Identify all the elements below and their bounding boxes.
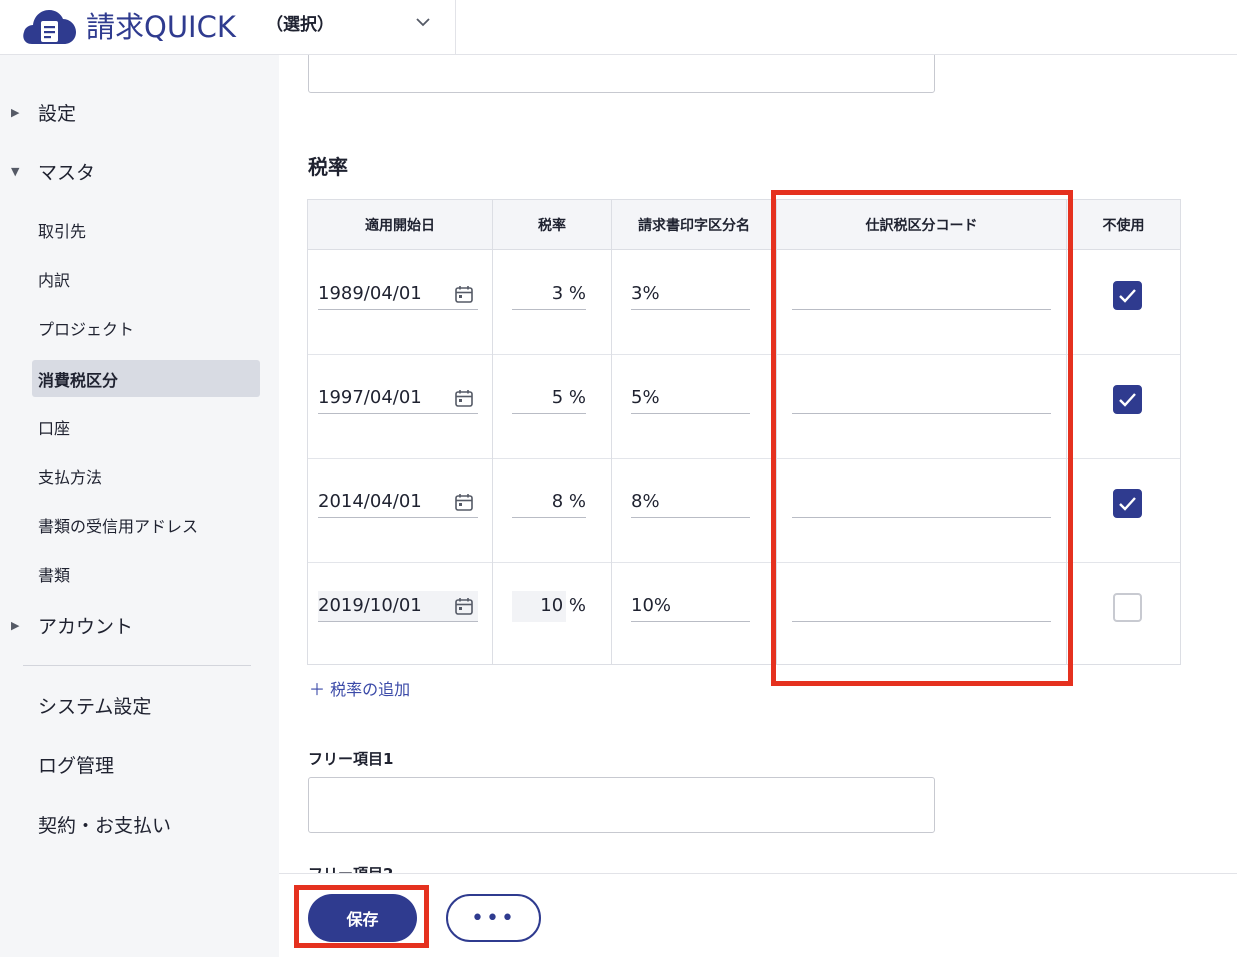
header-unused: 不使用 (1102, 218, 1145, 234)
start-date-input[interactable]: 1989/04/01 (318, 279, 478, 310)
sidebar-item-receiving-address[interactable]: 書類の受信用アドレス (32, 506, 260, 543)
rate-unit: % (568, 283, 586, 304)
rate-input[interactable]: 5 % (512, 383, 586, 414)
table-row: 2014/04/01 8 % 8% (308, 459, 1180, 563)
calendar-icon[interactable] (454, 284, 474, 304)
rate-input: 10 % (512, 591, 586, 622)
calendar-icon[interactable] (454, 596, 474, 616)
caret-right-icon: ▶ (11, 105, 20, 119)
sidebar-item-log-management[interactable]: ログ管理 (38, 751, 114, 778)
rate-unit: % (568, 595, 586, 616)
top-bar: 請求QUICK （選択） (0, 0, 1237, 55)
rate-value: 8 (551, 491, 564, 512)
start-date-value: 1997/04/01 (318, 387, 422, 408)
save-button[interactable]: 保存 (308, 894, 417, 942)
sidebar-item-contract-payment[interactable]: 契約・お支払い (38, 811, 171, 838)
sidebar: ▶ 設定 ▼ マスタ 取引先 内訳 プロジェクト 消費税区分 口座 支払方法 書… (0, 55, 279, 957)
company-selector-label: （選択） (266, 15, 334, 35)
journal-code-input[interactable] (792, 279, 1051, 310)
start-date-input[interactable]: 1997/04/01 (318, 383, 478, 414)
start-date-value: 1989/04/01 (318, 283, 422, 304)
sidebar-item-system-settings[interactable]: システム設定 (38, 692, 151, 719)
cloud-document-icon (23, 10, 76, 44)
more-options-button[interactable]: ••• (446, 894, 541, 942)
table-header-row: 適用開始日 税率 請求書印字区分名 仕訳税区分コード 不使用 (308, 200, 1180, 250)
print-name-input[interactable]: 3% (631, 279, 750, 310)
caret-down-icon: ▼ (11, 164, 20, 178)
unused-checkbox[interactable] (1113, 489, 1142, 518)
unused-checkbox[interactable] (1113, 385, 1142, 414)
journal-code-input[interactable] (792, 383, 1051, 414)
sidebar-item-consumption-tax[interactable]: 消費税区分 (32, 360, 260, 397)
check-icon (1119, 393, 1136, 407)
header-print-name: 請求書印字区分名 (638, 218, 750, 234)
sidebar-group-label: アカウント (38, 615, 134, 638)
header-journal-code: 仕訳税区分コード (865, 218, 978, 234)
sidebar-group-settings[interactable]: ▶ 設定 (0, 97, 279, 127)
sidebar-group-account[interactable]: ▶ アカウント (0, 610, 279, 640)
check-icon (1119, 289, 1136, 303)
table-row: 1989/04/01 3 % 3% (308, 251, 1180, 355)
main-content: 税率 適用開始日 税率 請求書印字区分名 仕訳税区分コード 不使用 1989/0… (279, 55, 1237, 873)
rate-input[interactable]: 3 % (512, 279, 586, 310)
header-rate: 税率 (538, 218, 566, 234)
brand[interactable]: 請求QUICK (22, 4, 236, 46)
rate-value: 5 (551, 387, 564, 408)
sidebar-group-label: マスタ (38, 161, 96, 184)
unused-checkbox[interactable] (1113, 281, 1142, 310)
sidebar-group-label: 設定 (38, 102, 77, 125)
caret-right-icon: ▶ (11, 618, 20, 632)
start-date-input[interactable]: 2014/04/01 (318, 487, 478, 518)
print-name-input[interactable]: 8% (631, 487, 750, 518)
start-date-value: 2014/04/01 (318, 491, 422, 512)
table-row: 1997/04/01 5 % 5% (308, 355, 1180, 459)
check-icon (1119, 497, 1136, 511)
free-item-1-input[interactable] (308, 777, 935, 833)
calendar-icon[interactable] (454, 492, 474, 512)
free-item-1-label: フリー項目1 (308, 750, 394, 768)
previous-field-input[interactable] (308, 55, 935, 93)
column-divider (492, 200, 493, 664)
free-item-2-label: フリー項目2 (308, 863, 393, 873)
column-divider (776, 200, 777, 664)
unused-checkbox[interactable] (1113, 593, 1142, 622)
journal-code-input[interactable] (792, 591, 1051, 622)
print-name-input[interactable]: 10% (631, 591, 750, 622)
company-selector[interactable]: （選択） (260, 0, 456, 55)
rate-unit: % (568, 387, 586, 408)
sidebar-item-breakdown[interactable]: 内訳 (32, 260, 260, 297)
journal-code-input[interactable] (792, 487, 1051, 518)
sidebar-item-clients[interactable]: 取引先 (32, 211, 260, 248)
rate-input[interactable]: 8 % (512, 487, 586, 518)
start-date-value: 2019/10/01 (318, 595, 422, 616)
print-name-input[interactable]: 5% (631, 383, 750, 414)
header-start-date: 適用開始日 (365, 218, 435, 234)
calendar-icon[interactable] (454, 388, 474, 408)
add-tax-rate-link[interactable]: ＋ 税率の追加 (309, 676, 410, 700)
tax-rate-table: 適用開始日 税率 請求書印字区分名 仕訳税区分コード 不使用 1989/04/0… (307, 199, 1181, 665)
section-title-tax-rate: 税率 (308, 155, 348, 179)
sidebar-item-payment-methods[interactable]: 支払方法 (32, 457, 260, 494)
sidebar-item-projects[interactable]: プロジェクト (32, 309, 260, 346)
sidebar-divider (23, 665, 251, 666)
rate-value: 3 (551, 283, 564, 304)
rate-value: 10 (540, 595, 564, 616)
sidebar-item-bank-accounts[interactable]: 口座 (32, 408, 260, 445)
rate-unit: % (568, 491, 586, 512)
footer-action-bar: 保存 ••• (279, 873, 1237, 957)
sidebar-item-documents[interactable]: 書類 (32, 555, 260, 592)
column-divider (1066, 200, 1067, 664)
start-date-input[interactable]: 2019/10/01 (318, 591, 478, 622)
brand-name: 請求QUICK (86, 10, 236, 44)
sidebar-group-master[interactable]: ▼ マスタ (0, 156, 279, 186)
table-row: 2019/10/01 10 % 10% (308, 563, 1180, 667)
column-divider (611, 200, 612, 664)
chevron-down-icon (416, 18, 430, 27)
